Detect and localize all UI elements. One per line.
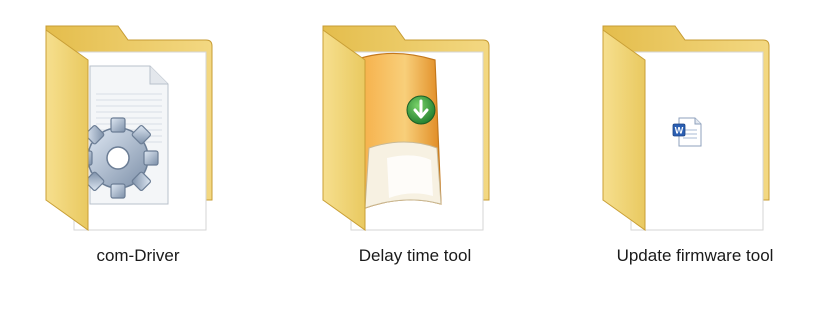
folder-word-document-icon: W [602, 25, 770, 231]
folder-installer-box-icon [322, 25, 490, 231]
folder-name-label: Update firmware tool [616, 246, 774, 265]
folder-item-update-firmware-tool[interactable]: W Update firmware tool [575, 8, 815, 298]
folder-name-label: Delay time tool [358, 246, 472, 265]
folder-name-label: com-Driver [96, 246, 180, 265]
folder-item-com-driver[interactable]: com-Driver [18, 8, 258, 298]
folder-gear-document-icon [45, 25, 213, 231]
file-explorer-content-pane: com-Driver Delay time tool W Update firm… [0, 0, 828, 309]
svg-text:W: W [675, 126, 684, 136]
folder-item-delay-time-tool[interactable]: Delay time tool [295, 8, 535, 298]
